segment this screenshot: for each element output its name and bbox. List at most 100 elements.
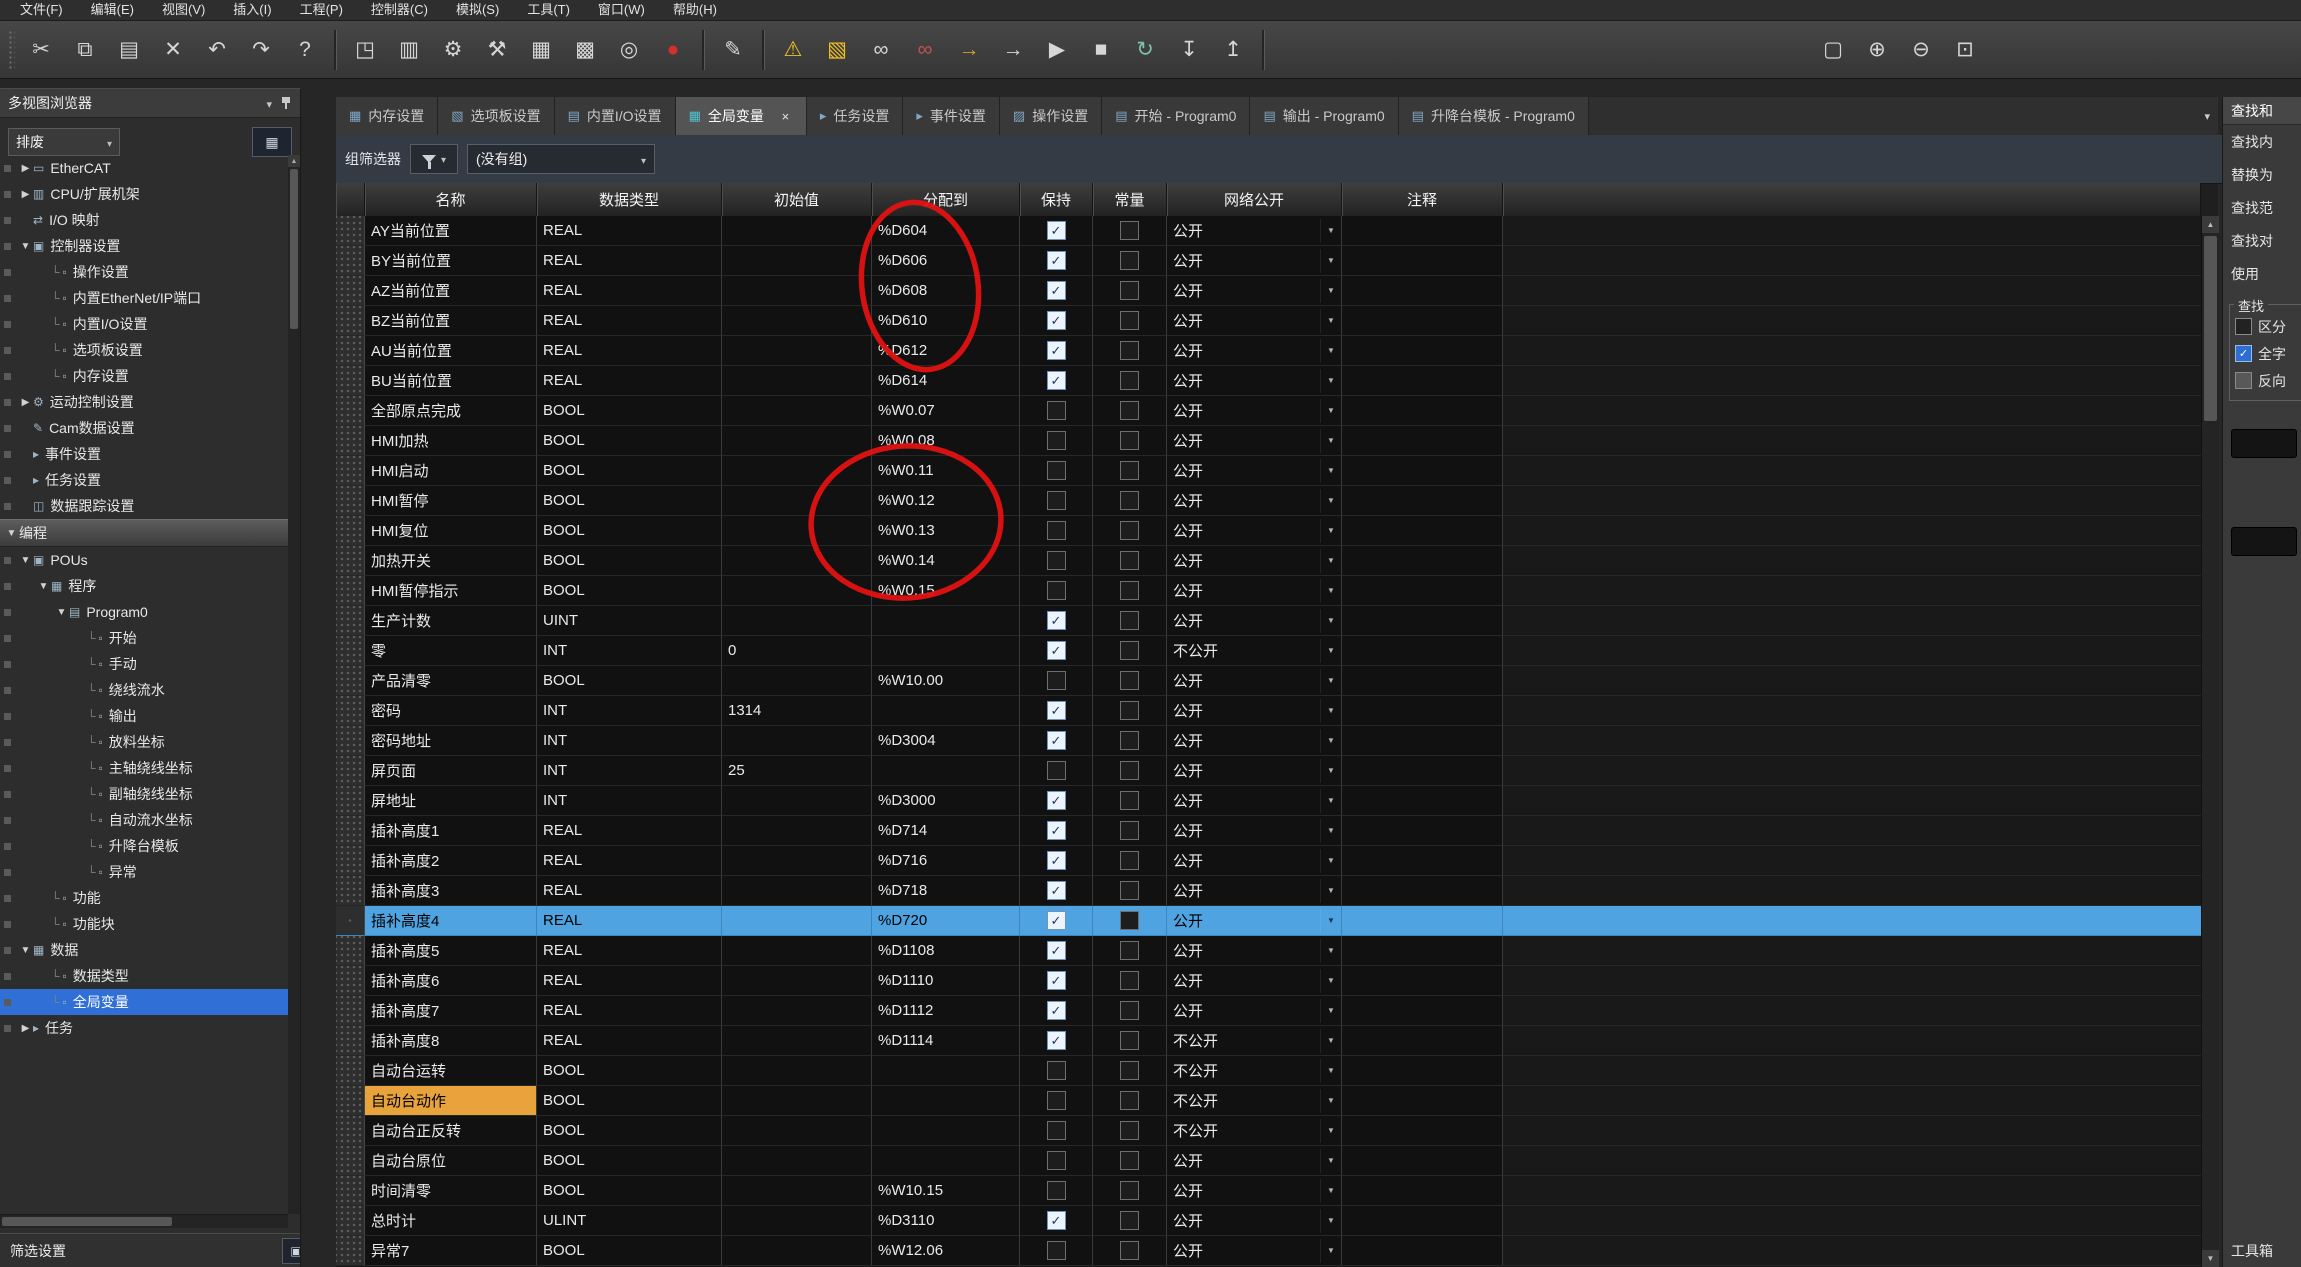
retain-checkbox[interactable]	[1047, 821, 1066, 840]
tab-1[interactable]: ▧选项板设置	[438, 97, 554, 135]
tree-item-4[interactable]: ▫操作设置	[0, 259, 288, 285]
row-grip[interactable]	[336, 786, 365, 816]
cell-name[interactable]: 屏地址	[365, 786, 537, 816]
cell-allocated-to[interactable]: %W0.12	[872, 486, 1020, 516]
dropdown-arrow-icon[interactable]	[1320, 939, 1341, 963]
cell-comment[interactable]	[1342, 276, 1503, 306]
cell-network-publish[interactable]: 公开	[1167, 486, 1342, 516]
cell-comment[interactable]	[1342, 426, 1503, 456]
tree-item-24[interactable]: ▫副轴绕线坐标	[0, 781, 288, 807]
cell-initial-value[interactable]	[722, 1146, 872, 1176]
cell-network-publish[interactable]: 公开	[1167, 786, 1342, 816]
retain-checkbox[interactable]	[1047, 341, 1066, 360]
constant-checkbox[interactable]	[1120, 671, 1139, 690]
constant-checkbox[interactable]	[1120, 911, 1139, 930]
column-header-2[interactable]: 初始值	[722, 183, 872, 216]
tree-expander-icon[interactable]: ▶	[18, 397, 33, 408]
transfer-to-controller-button[interactable]: ↧	[1168, 29, 1210, 71]
variable-row-13[interactable]: 生产计数UINT公开	[336, 606, 2201, 636]
panel-splitter[interactable]	[301, 88, 336, 1267]
cell-name[interactable]: 插补高度1	[365, 816, 537, 846]
row-grip[interactable]	[336, 1236, 365, 1266]
dropdown-arrow-icon[interactable]	[1320, 729, 1341, 753]
scrollbar-thumb[interactable]	[2, 1217, 172, 1226]
cell-network-publish[interactable]: 公开	[1167, 276, 1342, 306]
cell-comment[interactable]	[1342, 606, 1503, 636]
constant-checkbox[interactable]	[1120, 851, 1139, 870]
cell-initial-value[interactable]	[722, 486, 872, 516]
row-grip[interactable]	[336, 996, 365, 1026]
tree-horizontal-scrollbar[interactable]	[0, 1214, 288, 1228]
cell-allocated-to[interactable]: %W0.11	[872, 456, 1020, 486]
row-grip[interactable]	[336, 456, 365, 486]
tree-item-28[interactable]: ▫功能	[0, 885, 288, 911]
variable-row-30[interactable]: 自动台正反转BOOL不公开	[336, 1116, 2201, 1146]
tree-item-27[interactable]: ▫异常	[0, 859, 288, 885]
constant-checkbox[interactable]	[1120, 1211, 1139, 1230]
cell-allocated-to[interactable]	[872, 1056, 1020, 1086]
cell-initial-value[interactable]	[722, 396, 872, 426]
cell-name[interactable]: BZ当前位置	[365, 306, 537, 336]
checkbox-icon[interactable]	[2235, 372, 2252, 389]
tree-item-19[interactable]: ▫手动	[0, 651, 288, 677]
cell-network-publish[interactable]: 不公开	[1167, 1116, 1342, 1146]
tab-6[interactable]: ▨操作设置	[1000, 97, 1102, 135]
row-grip[interactable]	[336, 336, 365, 366]
cell-allocated-to[interactable]: %W0.15	[872, 576, 1020, 606]
check-program-button[interactable]: ⚠	[772, 29, 814, 71]
tree-item-30[interactable]: ▼▦数据	[0, 937, 288, 963]
cell-name[interactable]: HMI启动	[365, 456, 537, 486]
dropdown-arrow-icon[interactable]	[1320, 1149, 1341, 1173]
variable-row-10[interactable]: HMI复位BOOL%W0.13公开	[336, 516, 2201, 546]
retain-checkbox[interactable]	[1047, 1031, 1066, 1050]
variable-row-21[interactable]: 插补高度2REAL%D716公开	[336, 846, 2201, 876]
constant-checkbox[interactable]	[1120, 761, 1139, 780]
menu-item-8[interactable]: 窗口(W)	[584, 0, 659, 20]
cell-name[interactable]: AZ当前位置	[365, 276, 537, 306]
variable-row-12[interactable]: HMI暂停指示BOOL%W0.15公开	[336, 576, 2201, 606]
cell-comment[interactable]	[1342, 996, 1503, 1026]
cell-allocated-to[interactable]	[872, 1116, 1020, 1146]
cell-comment[interactable]	[1342, 1026, 1503, 1056]
menu-item-6[interactable]: 模拟(S)	[442, 0, 513, 20]
row-grip[interactable]	[336, 726, 365, 756]
row-grip[interactable]	[336, 276, 365, 306]
program-mode-button[interactable]: ■	[1080, 29, 1122, 71]
constant-checkbox[interactable]	[1120, 521, 1139, 540]
cell-initial-value[interactable]	[722, 306, 872, 336]
cell-network-publish[interactable]: 公开	[1167, 246, 1342, 276]
cell-comment[interactable]	[1342, 456, 1503, 486]
cell-comment[interactable]	[1342, 1146, 1503, 1176]
tree-item-9[interactable]: ▶⚙运动控制设置	[0, 389, 288, 415]
tab-overflow-icon[interactable]	[2204, 110, 2210, 123]
cell-data-type[interactable]: REAL	[537, 216, 722, 246]
cell-comment[interactable]	[1342, 576, 1503, 606]
tree-item-20[interactable]: ▫绕线流水	[0, 677, 288, 703]
menu-item-1[interactable]: 编辑(E)	[77, 0, 148, 20]
replace-button-fragment[interactable]	[2231, 527, 2297, 556]
dropdown-arrow-icon[interactable]	[1320, 459, 1341, 483]
variable-row-7[interactable]: HMI加热BOOL%W0.08公开	[336, 426, 2201, 456]
tree-expander-icon[interactable]: ▼	[4, 528, 19, 539]
row-grip[interactable]	[336, 966, 365, 996]
help-button[interactable]: ?	[284, 29, 326, 71]
constant-checkbox[interactable]	[1120, 251, 1139, 270]
menu-item-4[interactable]: 工程(P)	[286, 0, 357, 20]
pin-icon[interactable]	[280, 96, 292, 110]
row-grip[interactable]	[336, 1116, 365, 1146]
cell-comment[interactable]	[1342, 906, 1503, 936]
cell-allocated-to[interactable]: %D1114	[872, 1026, 1020, 1056]
tree-expander-icon[interactable]: ▼	[36, 581, 51, 592]
cell-initial-value[interactable]	[722, 216, 872, 246]
scroll-up-icon[interactable]: ▲	[2202, 216, 2219, 233]
cell-allocated-to[interactable]	[872, 756, 1020, 786]
cell-allocated-to[interactable]: %W12.06	[872, 1236, 1020, 1266]
tree-vertical-scrollbar[interactable]: ▲	[288, 155, 300, 1214]
cell-initial-value[interactable]	[722, 666, 872, 696]
tree-item-31[interactable]: ▫数据类型	[0, 963, 288, 989]
cell-comment[interactable]	[1342, 396, 1503, 426]
cell-name[interactable]: 插补高度8	[365, 1026, 537, 1056]
cell-initial-value[interactable]	[722, 1176, 872, 1206]
dropdown-arrow-icon[interactable]	[1320, 399, 1341, 423]
constant-checkbox[interactable]	[1120, 1181, 1139, 1200]
